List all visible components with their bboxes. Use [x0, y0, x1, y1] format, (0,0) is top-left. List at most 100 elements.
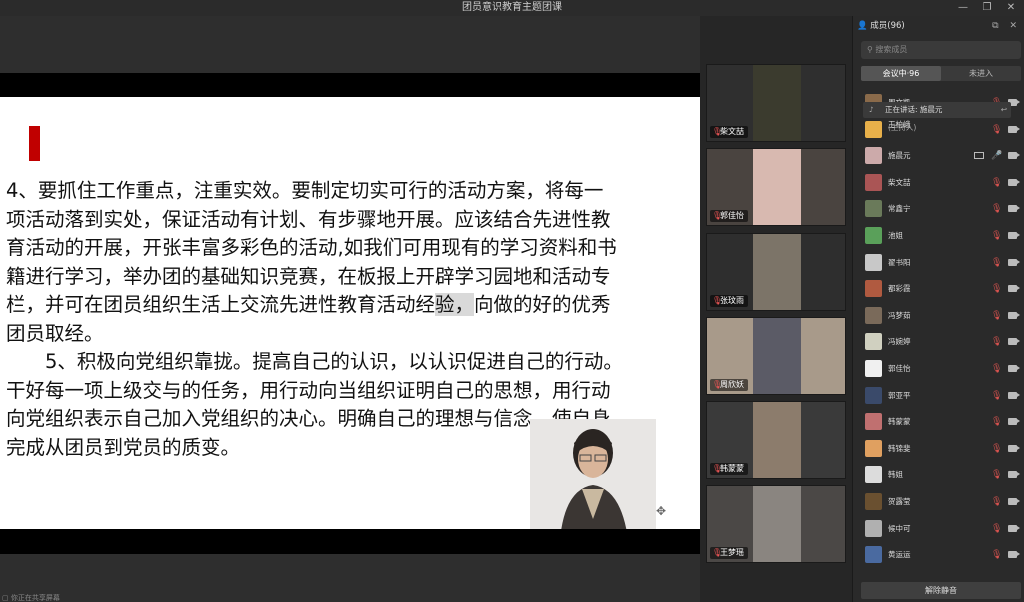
- minimize-button[interactable]: —: [952, 0, 974, 16]
- mic-muted-icon[interactable]: 🎙: [991, 276, 1002, 302]
- restore-button[interactable]: ❐: [976, 0, 998, 16]
- participant-video-tile[interactable]: 🎙张玟雨: [706, 233, 846, 311]
- camera-icon[interactable]: [1008, 152, 1020, 160]
- screen-share-icon: [974, 152, 984, 160]
- close-button[interactable]: ✕: [1000, 0, 1022, 16]
- text-selection-highlight: 验，: [435, 293, 475, 316]
- camera-icon[interactable]: [1008, 444, 1020, 452]
- participant-video-tile[interactable]: 🎙韩蒙蒙: [706, 401, 846, 479]
- presenter-video-overlay: [530, 419, 656, 529]
- camera-icon[interactable]: [1008, 232, 1020, 239]
- camera-icon[interactable]: [1008, 551, 1020, 559]
- mic-muted-icon[interactable]: 🎙: [991, 329, 1002, 355]
- avatar: [865, 280, 882, 298]
- shared-screen-area: 4、要抓住工作重点，注重实效。要制定切实可行的活动方案，将每一 项活动落到实处，…: [0, 16, 700, 602]
- camera-icon[interactable]: [1008, 498, 1020, 505]
- member-row[interactable]: 都彩霞 🎙: [853, 276, 1024, 303]
- member-row[interactable]: 冯梦茹 🎙: [853, 303, 1024, 330]
- members-icon: 👤: [857, 21, 868, 31]
- member-name-text: 韩蒙蒙: [888, 417, 911, 427]
- member-row[interactable]: 常鑫宁 🎙: [853, 196, 1024, 223]
- camera-icon[interactable]: [1008, 311, 1020, 319]
- tab-in-meeting[interactable]: 会议中·96: [861, 66, 941, 81]
- avatar: [865, 413, 882, 431]
- slide-line: 5、积极向党组织靠拢。提高自己的认识，以认识促进自己的行动。: [6, 350, 623, 373]
- mic-muted-icon[interactable]: 🎙: [991, 516, 1002, 542]
- camera-icon[interactable]: [1008, 125, 1020, 133]
- participant-video-tile[interactable]: 🎙周欣妖: [706, 317, 846, 395]
- camera-icon[interactable]: [1008, 524, 1020, 532]
- member-row[interactable]: 郭佳怡 🎙: [853, 356, 1024, 383]
- member-row[interactable]: 贺露莹 🎙: [853, 489, 1024, 516]
- mic-muted-icon[interactable]: 🎙: [991, 170, 1002, 196]
- mic-muted-icon[interactable]: 🎙: [991, 117, 1002, 143]
- member-name: 候中可: [888, 516, 911, 542]
- member-row[interactable]: 韩姐 🎙: [853, 462, 1024, 489]
- camera-icon[interactable]: [1008, 285, 1020, 293]
- member-row[interactable]: 王柏峨 (主持人) 🎙: [853, 117, 1024, 144]
- tab-not-joined[interactable]: 未进入: [941, 66, 1021, 81]
- camera-icon[interactable]: [1008, 471, 1020, 479]
- camera-icon[interactable]: [1008, 365, 1020, 372]
- camera-icon[interactable]: [1008, 338, 1020, 346]
- member-row[interactable]: 施晨元 🎤: [853, 143, 1024, 170]
- mic-muted-icon[interactable]: 🎙: [991, 303, 1002, 329]
- participant-name-label: 🎙张玟雨: [710, 295, 748, 307]
- slide-accent-bar: [29, 126, 40, 161]
- mic-muted-icon[interactable]: 🎙: [991, 223, 1002, 249]
- member-row[interactable]: 黄运运 🎙: [853, 542, 1024, 569]
- muted-mic-icon: 🎙: [712, 127, 723, 136]
- mic-muted-icon[interactable]: 🎙: [991, 383, 1002, 409]
- camera-icon[interactable]: [1008, 258, 1020, 266]
- speaking-indicator: ♪ 正在讲话: 施晨元 ↩: [863, 102, 1011, 118]
- participant-name: 郭佳怡: [720, 211, 744, 220]
- window-title: 团员意识教育主题团课: [462, 2, 562, 13]
- mic-muted-icon[interactable]: 🎙: [991, 196, 1002, 222]
- unmute-button[interactable]: 解除静音: [861, 582, 1021, 599]
- participant-name: 韩蒙蒙: [720, 464, 744, 473]
- return-icon[interactable]: ↩: [1001, 102, 1007, 118]
- slide-line: 育活动的开展，开张丰富多彩色的活动,如我们可用现有的学习资料和书: [6, 236, 617, 259]
- avatar: [865, 306, 882, 324]
- member-name-text: 候中可: [888, 523, 911, 533]
- mic-on-icon[interactable]: 🎤: [991, 143, 1002, 169]
- mic-muted-icon[interactable]: 🎙: [991, 436, 1002, 462]
- member-name: 翟书阳: [888, 250, 911, 276]
- member-row[interactable]: 柴文喆 🎙: [853, 170, 1024, 197]
- panel-popout-close-icons[interactable]: ⧉ ✕: [992, 16, 1021, 36]
- camera-feed: [753, 486, 801, 562]
- participant-video-tile[interactable]: 🎙王梦瑶: [706, 485, 846, 563]
- mic-muted-icon[interactable]: 🎙: [991, 489, 1002, 515]
- participant-name: 周欣妖: [720, 380, 744, 389]
- camera-feed: [753, 402, 801, 478]
- slide-line: 项活动落到实处，保证活动有计划、有步骤地开展。应该结合先进性教: [6, 207, 611, 231]
- camera-icon[interactable]: [1008, 391, 1020, 399]
- camera-icon[interactable]: [1008, 178, 1020, 186]
- camera-feed: [753, 65, 801, 141]
- member-name: 柴文喆: [888, 170, 911, 196]
- member-row[interactable]: 郭亚平 🎙: [853, 383, 1024, 410]
- mic-muted-icon[interactable]: 🎙: [991, 542, 1002, 568]
- participant-video-tile[interactable]: 🎙柴文喆: [706, 64, 846, 142]
- member-row[interactable]: 候中可 🎙: [853, 516, 1024, 543]
- mic-muted-icon[interactable]: 🎙: [991, 356, 1002, 382]
- camera-feed: [753, 234, 801, 310]
- avatar: [865, 466, 882, 484]
- mic-muted-icon[interactable]: 🎙: [991, 409, 1002, 435]
- mic-muted-icon[interactable]: 🎙: [991, 250, 1002, 276]
- member-row[interactable]: 韩蒙蒙 🎙: [853, 409, 1024, 436]
- member-name: 冯梦茹: [888, 303, 911, 329]
- avatar: [865, 173, 882, 191]
- slide-line: 团员取经。: [6, 321, 104, 345]
- member-row[interactable]: 池姐 🎙: [853, 223, 1024, 250]
- member-name: 王柏峨 (主持人): [888, 118, 916, 132]
- camera-icon[interactable]: [1008, 205, 1020, 213]
- participant-video-tile[interactable]: 🎙郭佳怡: [706, 148, 846, 226]
- mic-muted-icon[interactable]: 🎙: [991, 462, 1002, 488]
- camera-icon[interactable]: [1008, 418, 1020, 426]
- member-row[interactable]: 冯婉婷 🎙: [853, 329, 1024, 356]
- member-row[interactable]: 韩锦斐 🎙: [853, 436, 1024, 463]
- member-search-input[interactable]: ⚲ 搜索成员: [861, 41, 1021, 59]
- member-name: 贺露莹: [888, 489, 911, 515]
- member-row[interactable]: 翟书阳 🎙: [853, 250, 1024, 277]
